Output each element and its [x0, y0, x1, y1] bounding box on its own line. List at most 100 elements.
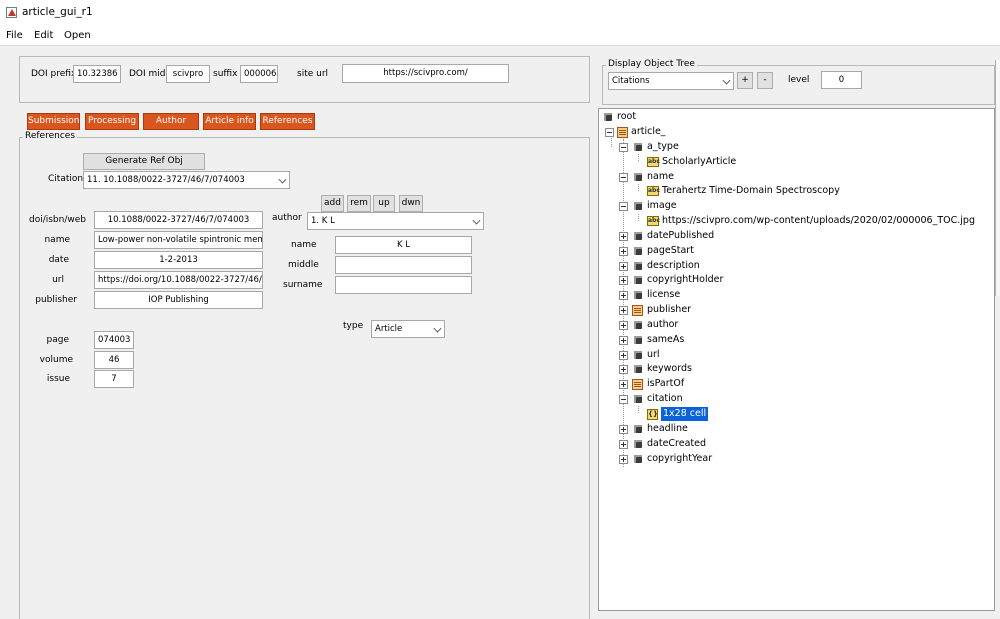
expand-icon[interactable] [619, 440, 628, 449]
chevron-down-icon [278, 175, 287, 184]
site-url-input[interactable]: https://scivpro.com/ [342, 64, 509, 83]
object-tree[interactable]: root article_ a_type abc ScholarlyArticl… [598, 108, 995, 611]
tree-node-date-created[interactable]: dateCreated [647, 437, 706, 451]
tree-node-date-published[interactable]: datePublished [647, 229, 714, 243]
ref-url-input[interactable]: https://doi.org/10.1088/0022-3727/46/7/0… [94, 271, 263, 289]
tree-node-copyright-year[interactable]: copyrightYear [647, 452, 712, 466]
page-input[interactable]: 074003 [94, 331, 134, 349]
collapse-icon[interactable] [619, 395, 628, 404]
expand-icon[interactable] [619, 306, 628, 315]
doi-prefix-input[interactable]: 10.32386 [73, 65, 121, 83]
menu-edit[interactable]: Edit [34, 30, 53, 41]
author-surname-input[interactable] [335, 276, 472, 294]
doi-mid-input[interactable]: scivpro [166, 65, 210, 83]
chevron-down-icon [722, 76, 731, 85]
author-dwn-button[interactable]: dwn [399, 195, 423, 212]
tab-processing[interactable]: Processing [85, 113, 139, 130]
cube-icon [603, 112, 613, 122]
references-group-label: References [23, 131, 78, 141]
collapse-icon[interactable] [619, 202, 628, 211]
expand-icon[interactable] [619, 291, 628, 300]
citation-select-value: 11. 10.1088/0022-3727/46/7/074003 [87, 175, 245, 185]
tree-node-url[interactable]: url [647, 348, 660, 362]
tree-node-image[interactable]: image [647, 199, 677, 213]
tree-node-author[interactable]: author [647, 318, 678, 332]
generate-ref-obj-button[interactable]: Generate Ref Obj [83, 153, 205, 170]
tree-node-is-part-of[interactable]: isPartOf [647, 377, 684, 391]
tree-node-license[interactable]: license [647, 288, 680, 302]
tab-author[interactable]: Author [143, 113, 199, 130]
tree-minus-button[interactable]: - [757, 72, 773, 89]
collapse-icon[interactable] [605, 128, 614, 137]
author-add-button[interactable]: add [321, 195, 344, 212]
expand-icon[interactable] [619, 276, 628, 285]
expand-icon[interactable] [619, 247, 628, 256]
tree-plus-button[interactable]: + [737, 72, 753, 89]
tree-node-article[interactable]: article_ [631, 125, 666, 139]
volume-input[interactable]: 46 [94, 351, 134, 369]
cube-icon [633, 261, 643, 271]
struct-icon [617, 127, 628, 138]
tree-node-keywords[interactable]: keywords [647, 362, 692, 376]
cell-array-icon: {} [647, 409, 658, 420]
doi-suffix-input[interactable]: 000006 [240, 65, 278, 83]
expand-icon[interactable] [619, 365, 628, 374]
expand-icon[interactable] [619, 455, 628, 464]
tree-node-image-value[interactable]: https://scivpro.com/wp-content/uploads/2… [662, 214, 975, 228]
author-select[interactable]: 1. K L [307, 212, 484, 230]
author-middle-input[interactable] [335, 256, 472, 274]
tree-node-a-type-value[interactable]: ScholarlyArticle [662, 155, 736, 169]
expand-icon[interactable] [619, 425, 628, 434]
tree-node-page-start[interactable]: pageStart [647, 244, 694, 258]
tab-references[interactable]: References [260, 113, 315, 130]
type-label: type [343, 321, 364, 331]
menu-open[interactable]: Open [64, 30, 91, 41]
tree-node-headline[interactable]: headline [647, 422, 688, 436]
author-name-input[interactable]: K L [335, 236, 472, 254]
type-select[interactable]: Article [371, 320, 445, 338]
tree-node-citation-value[interactable]: 1x28 cell [661, 407, 709, 421]
author-label: author [272, 213, 302, 223]
string-icon: abc [647, 157, 660, 167]
cube-icon [633, 201, 643, 211]
expand-icon[interactable] [619, 232, 628, 241]
menu-file[interactable]: File [6, 30, 23, 41]
cube-icon [633, 246, 643, 256]
expand-icon[interactable] [619, 351, 628, 360]
author-up-button[interactable]: up [373, 195, 395, 212]
expand-icon[interactable] [619, 336, 628, 345]
ref-date-input[interactable]: 1-2-2013 [94, 251, 263, 269]
author-select-value: 1. K L [311, 216, 335, 226]
author-rem-button[interactable]: rem [347, 195, 371, 212]
tab-submission[interactable]: Submission [27, 113, 80, 130]
cube-icon [633, 454, 643, 464]
side-scrollbar[interactable] [995, 60, 1000, 296]
cube-icon [633, 335, 643, 345]
citation-label: Citation [48, 174, 84, 184]
expand-icon[interactable] [619, 380, 628, 389]
tree-node-a-type[interactable]: a_type [647, 140, 679, 154]
expand-icon[interactable] [619, 321, 628, 330]
cube-icon [633, 142, 643, 152]
expand-icon[interactable] [619, 262, 628, 271]
collapse-icon[interactable] [619, 143, 628, 152]
ref-publisher-input[interactable]: IOP Publishing [94, 291, 263, 309]
issue-input[interactable]: 7 [94, 370, 134, 388]
doi-isbn-web-input[interactable]: 10.1088/0022-3727/46/7/074003 [94, 211, 263, 229]
tree-node-publisher[interactable]: publisher [647, 303, 691, 317]
tree-node-name-value[interactable]: Terahertz Time-Domain Spectroscopy [662, 184, 840, 198]
tree-node-root[interactable]: root [617, 110, 636, 124]
doi-isbn-web-label: doi/isbn/web [28, 215, 86, 225]
site-url-label: site url [297, 69, 329, 79]
citation-select[interactable]: 11. 10.1088/0022-3727/46/7/074003 [83, 171, 290, 189]
tree-node-citation[interactable]: citation [647, 392, 683, 406]
collapse-icon[interactable] [619, 173, 628, 182]
ref-name-input[interactable]: Low-power non-volatile spintronic memor [94, 231, 263, 249]
tree-filter-select[interactable]: Citations [608, 72, 734, 90]
tree-node-same-as[interactable]: sameAs [647, 333, 684, 347]
tab-article-info[interactable]: Article info [203, 113, 256, 130]
level-input[interactable]: 0 [821, 71, 862, 89]
tree-node-description[interactable]: description [647, 259, 700, 273]
tree-node-name[interactable]: name [647, 170, 674, 184]
tree-node-copyright-holder[interactable]: copyrightHolder [647, 273, 723, 287]
